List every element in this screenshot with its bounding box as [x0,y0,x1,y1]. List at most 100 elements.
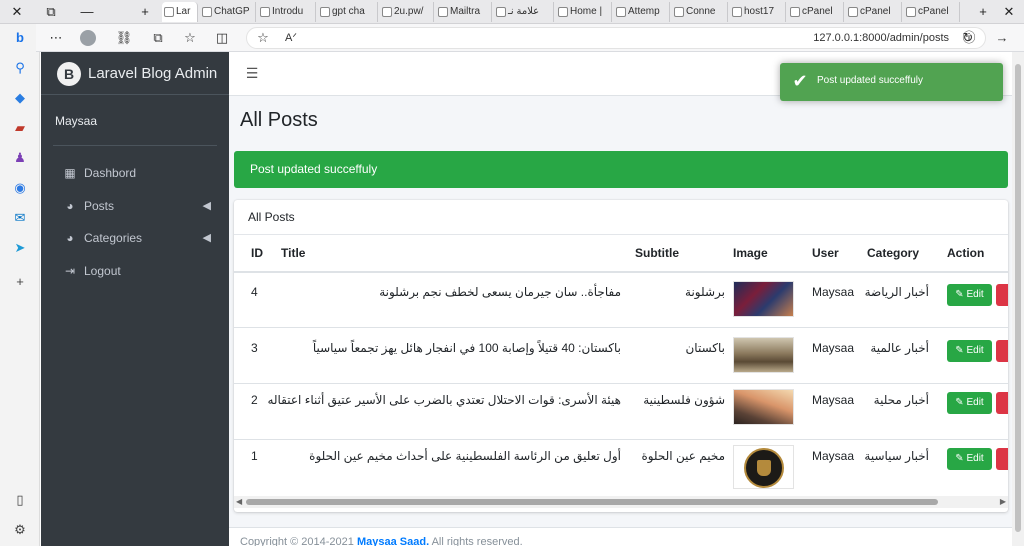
brand-link[interactable]: B Laravel Blog Admin [41,52,229,95]
posts-card: All Posts ID Title Subtitle Image User C… [234,200,1008,512]
edit-button[interactable]: ✎ Edit [947,340,992,362]
post-title: باكستان: 40 قتيلاً وإصابة 100 في انفجار … [312,341,621,355]
toast-notification[interactable]: ✔ Post updated succeffuly [780,63,1003,101]
add-favorite-icon[interactable]: ☆ [253,28,273,48]
browser-tab[interactable]: cPanel [788,2,844,22]
post-title: أول تعليق من الرئاسة الفلسطينية على أحدا… [309,449,621,463]
forward-icon[interactable]: → [992,28,1012,48]
edit-button[interactable]: ✎ Edit [947,448,992,470]
browser-tab[interactable]: cPanel [904,2,960,22]
post-thumbnail [733,389,794,425]
column-header-action: Action [947,246,985,260]
tab-favicon-icon [906,7,916,17]
post-id: 3 [251,341,258,355]
read-aloud-icon[interactable]: Aᐟ [281,28,301,48]
sidebar-item-logout[interactable]: ⇥ Logout [53,258,223,284]
tools-icon[interactable]: ▰ [10,118,30,138]
close-window-icon[interactable]: ✕ [998,2,1020,22]
brand-text: Laravel Blog Admin [88,65,218,82]
edit-button[interactable]: ✎ Edit [947,284,992,306]
browser-toolbar: ⋯ ⛓ ⧉ ☆ ◫ ☆ Aᐟ 127.0.0.1:8000/admin/post… [36,24,1024,52]
post-user: Maysaa [812,341,855,355]
browser-tab-strip: ✕ ⧉ — + Lar ChatGP Introdu gpt cha 2u.pw… [0,0,1024,24]
browser-tab[interactable]: علامة نـ [494,2,554,22]
user-name[interactable]: Maysaa [55,114,97,128]
sidebar-item-posts[interactable]: ◕ Posts ◀ [53,193,223,219]
card-title: All Posts [248,210,295,224]
collections-icon[interactable]: ⧉ [148,28,168,48]
browser-tab[interactable]: gpt cha [318,2,378,22]
scroll-left-icon[interactable]: ◀ [236,496,242,508]
post-subtitle: باكستان [685,341,725,355]
browser-tab[interactable]: host17 [730,2,786,22]
palette-icon: ◕ [66,231,74,245]
tab-favicon-icon [164,7,174,17]
success-alert: Post updated succeffuly [234,151,1008,188]
outlook-icon[interactable]: ✉ [10,208,30,228]
shopping-icon[interactable]: ◆ [10,88,30,108]
refresh-icon[interactable]: ↻ [958,28,978,48]
add-tab-icon[interactable]: + [972,2,994,22]
delete-button[interactable] [996,448,1008,470]
restore-window-icon[interactable]: ⧉ [40,2,62,22]
browser-tab[interactable]: cPanel [846,2,902,22]
browser-tab[interactable]: Home | [556,2,612,22]
favorites-icon[interactable]: ☆ [180,28,200,48]
divider [234,234,1008,235]
browser-tab[interactable]: Conne [672,2,728,22]
delete-button[interactable] [996,340,1008,362]
address-bar[interactable]: ☆ Aᐟ 127.0.0.1:8000/admin/posts ⓘ [246,27,986,49]
author-link[interactable]: Maysaa Saad. [357,536,429,546]
bing-icon[interactable]: b [10,28,30,48]
browser-tab[interactable]: Attemp [614,2,670,22]
dashboard-icon: ▦ [64,166,76,180]
logout-icon: ⇥ [64,264,76,278]
table-row: 2 هيئة الأسرى: قوات الاحتلال تعتدي بالضر… [234,385,1008,440]
delete-button[interactable] [996,392,1008,414]
edit-button[interactable]: ✎ Edit [947,392,992,414]
minimize-window-icon[interactable]: — [76,2,98,22]
sidebar-toggle-icon[interactable]: ▯ [10,490,30,510]
post-user: Maysaa [812,449,855,463]
admin-sidebar: B Laravel Blog Admin Maysaa ▦ Dashbord ◕… [41,52,229,546]
post-title: مفاجأة.. سان جيرمان يسعى لخطف نجم برشلون… [379,285,621,299]
workspaces-icon[interactable]: ⛓ [114,28,134,48]
drop-icon[interactable]: ➤ [10,238,30,258]
tab-favicon-icon [674,7,684,17]
profile-avatar-icon[interactable] [78,28,98,48]
close-window-icon[interactable]: ✕ [6,2,28,22]
settings-icon[interactable]: ⚙ [10,520,30,540]
browser-tab[interactable]: Lar [162,2,198,22]
horizontal-scrollbar[interactable]: ◀ ▶ [234,496,1008,508]
table-row: 3 باكستان: 40 قتيلاً وإصابة 100 في انفجا… [234,329,1008,384]
browser-tab[interactable]: 2u.pw/ [380,2,434,22]
delete-button[interactable] [996,284,1008,306]
menu-toggle-icon[interactable]: ☰ [243,64,261,82]
sidebar-item-dashboard[interactable]: ▦ Dashbord [53,160,223,186]
games-icon[interactable]: ♟ [10,148,30,168]
scrollbar-thumb[interactable] [246,499,938,505]
divider [53,145,217,146]
sidebar-item-categories[interactable]: ◕ Categories ◀ [53,225,223,251]
office-icon[interactable]: ◉ [10,178,30,198]
browser-tab[interactable]: Introdu [258,2,316,22]
browser-tab[interactable]: Mailtra [436,2,492,22]
search-icon[interactable]: ⚲ [10,58,30,78]
browser-tab[interactable]: ChatGP [200,2,256,22]
toast-message: Post updated succeffuly [817,75,923,86]
new-tab-icon[interactable]: + [134,2,156,22]
tab-favicon-icon [202,7,212,17]
add-icon[interactable]: + [10,272,30,292]
post-thumbnail [733,281,794,317]
tab-favicon-icon [438,7,448,17]
post-category: أخبار الرياضة [864,285,929,299]
post-category: أخبار محلية [873,393,929,407]
scrollbar-thumb[interactable] [1015,64,1021,532]
split-screen-icon[interactable]: ◫ [212,28,232,48]
more-icon[interactable]: ⋯ [46,28,66,48]
tab-favicon-icon [320,7,330,17]
scroll-right-icon[interactable]: ▶ [1000,496,1006,508]
vertical-scrollbar[interactable] [1012,52,1024,546]
seal-emblem [744,448,784,488]
palette-icon: ◕ [66,199,74,213]
